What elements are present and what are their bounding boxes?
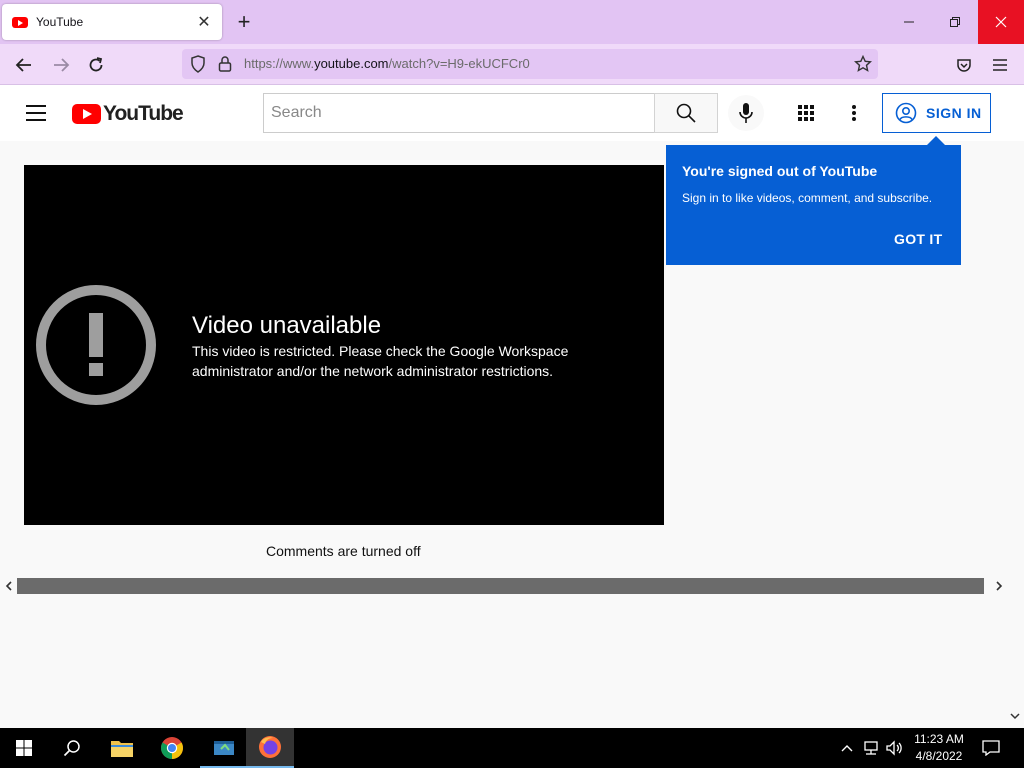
browser-tab-youtube[interactable]: YouTube ✕ [2,4,222,40]
network-icon [864,741,878,755]
app-window-icon [214,741,234,755]
network-button[interactable] [860,728,882,768]
taskbar-chrome[interactable] [148,728,196,768]
youtube-masthead: YouTube SIGN IN [0,85,1024,141]
search-button[interactable] [654,93,718,133]
hamburger-line [26,112,46,114]
reload-button[interactable] [83,52,109,78]
window-restore-button[interactable] [932,0,978,44]
forward-button[interactable] [48,52,74,78]
windows-logo-icon [16,740,32,756]
url-bar[interactable]: https://www.youtube.com/watch?v=H9-ekUCF… [182,49,878,79]
scroll-right-arrow-icon[interactable] [992,578,1006,594]
horizontal-scrollbar-thumb[interactable] [17,578,984,594]
bookmark-star-icon[interactable] [853,54,873,78]
url-domain: youtube.com [314,56,389,71]
speaker-icon [886,740,902,756]
microphone-icon [739,103,753,123]
sign-in-button[interactable]: SIGN IN [882,93,991,133]
firefox-icon [259,736,281,758]
clock-date: 4/8/2022 [915,749,963,763]
folder-icon [111,741,133,757]
minimize-icon [904,21,914,23]
youtube-logo[interactable]: YouTube [72,102,184,126]
search-icon [676,103,696,123]
comments-status: Comments are turned off [266,543,421,559]
url-text: https://www.youtube.com/watch?v=H9-ekUCF… [244,56,530,71]
search-icon [63,740,80,757]
new-tab-button[interactable]: + [232,9,256,34]
signed-out-tooltip: You're signed out of YouTube Sign in to … [666,145,961,265]
taskbar-firefox[interactable] [246,728,294,768]
taskbar-clock[interactable]: 11:23 AM 4/8/2022 [904,731,974,765]
guide-menu-button[interactable] [26,105,46,121]
back-arrow-icon [15,58,31,72]
got-it-button[interactable]: GOT IT [894,231,942,247]
chevron-up-icon [841,745,853,752]
menu-icon [993,59,1007,71]
show-hidden-icons-button[interactable] [838,728,856,768]
start-button[interactable] [0,728,48,768]
notification-icon [982,740,1000,756]
youtube-logo-text: YouTube [103,102,184,125]
apps-grid-icon [798,105,814,121]
forward-arrow-icon [54,58,70,72]
windows-taskbar: 11:23 AM 4/8/2022 [0,728,1024,768]
clock-time: 11:23 AM [914,732,964,746]
app-menu-button[interactable] [987,52,1013,78]
url-path: /watch?v=H9-ekUCFCr0 [388,56,530,71]
youtube-favicon-icon [12,16,28,28]
back-button[interactable] [11,52,37,78]
close-icon [995,16,1007,28]
sign-in-label: SIGN IN [926,105,982,121]
youtube-play-logo-icon [72,104,101,124]
video-player[interactable]: Video unavailable This video is restrict… [24,165,664,525]
tab-close-icon[interactable]: ✕ [192,10,216,34]
error-exclamation-icon [36,285,156,405]
window-close-button[interactable] [978,0,1024,44]
search-box [263,93,655,133]
taskbar-search-button[interactable] [48,728,96,768]
hamburger-line [26,105,46,107]
youtube-apps-button[interactable] [794,101,818,125]
more-vert-icon [852,105,856,121]
player-error-title: Video unavailable [192,312,382,339]
window-minimize-button[interactable] [886,0,932,44]
reload-icon [89,57,103,72]
lock-icon[interactable] [218,55,232,78]
browser-tab-bar: YouTube ✕ + [0,0,1024,44]
scroll-down-arrow-icon[interactable] [1010,712,1022,726]
tooltip-body: Sign in to like videos, comment, and sub… [682,191,933,205]
action-center-button[interactable] [980,728,1002,768]
hamburger-line [26,119,46,121]
browser-nav-bar: https://www.youtube.com/watch?v=H9-ekUCF… [0,44,1024,85]
pocket-icon [957,59,971,72]
account-circle-icon [895,102,917,124]
search-input[interactable] [264,94,654,132]
pocket-button[interactable] [951,52,977,78]
taskbar-app[interactable] [200,728,248,768]
restore-icon [950,17,960,27]
voice-search-button[interactable] [728,95,764,131]
chrome-icon [161,737,183,759]
settings-more-button[interactable] [842,101,866,125]
shield-icon[interactable] [190,55,206,78]
player-error-reason: This video is restricted. Please check t… [192,343,569,379]
tooltip-title: You're signed out of YouTube [682,163,878,179]
volume-button[interactable] [884,728,906,768]
tab-title: YouTube [36,15,84,29]
taskbar-file-explorer[interactable] [98,728,146,768]
url-prefix: https://www. [244,56,315,71]
scroll-left-arrow-icon[interactable] [2,578,14,594]
